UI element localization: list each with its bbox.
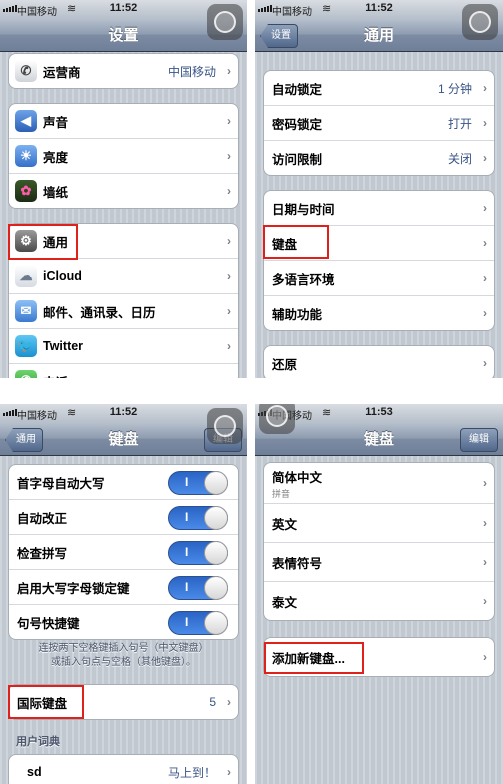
toggle-row-autocorrect: 自动改正 I [9, 499, 238, 534]
phone-icon: ✆ [15, 60, 37, 82]
period-shortcut-note: 连按两下空格键插入句号（中文键盘） 或插入句点与空格（其他键盘）。 [38, 643, 209, 668]
chevron-right-icon: › [227, 374, 231, 378]
general-row-reset[interactable]: 还原 › [264, 346, 494, 378]
keyboard-item-chinese[interactable]: 简体中文 拼音 › [264, 463, 494, 503]
settings-row-sound[interactable]: ◀ 声音 › [9, 104, 238, 138]
edit-button[interactable]: 编辑 [460, 428, 498, 452]
caps-lock-toggle[interactable]: I [168, 576, 228, 600]
international-keyboard-group: 国际键盘 5 › [8, 684, 239, 720]
general-row-international[interactable]: 多语言环境 › [264, 260, 494, 295]
spellcheck-toggle[interactable]: I [168, 541, 228, 565]
general-row-passcode[interactable]: 密码锁定 打开 › [264, 105, 494, 140]
gear-icon: ⚙ [15, 230, 37, 252]
chevron-right-icon: › [483, 236, 487, 250]
keyboard-toggles-group: 首字母自动大写 I 自动改正 I 检查拼写 I 启用大写字母锁定键 I 句号快捷… [8, 464, 239, 640]
general-screen: 中国移动 ≋ 11:52 设置 通用 自动锁定 1 分钟 › 密码锁定 打开 ›… [255, 0, 503, 378]
assistive-touch-icon[interactable] [207, 408, 243, 444]
chevron-right-icon: › [483, 81, 487, 95]
add-new-keyboard-button[interactable]: 添加新键盘... › [264, 638, 494, 676]
chevron-right-icon: › [483, 116, 487, 130]
chevron-right-icon: › [227, 234, 231, 248]
settings-row-brightness[interactable]: ☀ 亮度 › [9, 138, 238, 173]
settings-row-twitter[interactable]: 🐦 Twitter › [9, 328, 238, 363]
user-dictionary-header: 用户词典 [16, 736, 60, 748]
row-dictionary-entry[interactable]: sd 马上到！ › [9, 755, 238, 784]
settings-row-mail[interactable]: ✉ 邮件、通讯录、日历 › [9, 293, 238, 328]
chevron-right-icon: › [227, 64, 231, 78]
toggle-row-auto-capitalization: 首字母自动大写 I [9, 465, 238, 499]
assistive-touch-icon[interactable] [207, 4, 243, 40]
chevron-right-icon: › [227, 765, 231, 779]
general-row-autolock[interactable]: 自动锁定 1 分钟 › [264, 71, 494, 105]
sun-icon: ☀ [15, 145, 37, 167]
chevron-right-icon: › [227, 304, 231, 318]
chevron-right-icon: › [483, 516, 487, 530]
chevron-right-icon: › [227, 269, 231, 283]
reset-group: 还原 › [263, 345, 495, 378]
toggle-row-spellcheck: 检查拼写 I [9, 534, 238, 569]
general-row-keyboard[interactable]: 键盘 › [264, 225, 494, 260]
user-dictionary-group: sd 马上到！ › [8, 754, 239, 784]
general-row-datetime[interactable]: 日期与时间 › [264, 191, 494, 225]
chevron-right-icon: › [227, 184, 231, 198]
autocorrect-toggle[interactable]: I [168, 506, 228, 530]
chevron-right-icon: › [483, 594, 487, 608]
chevron-right-icon: › [483, 650, 487, 664]
general-row-accessibility[interactable]: 辅助功能 › [264, 295, 494, 330]
bird-icon: 🐦 [15, 335, 37, 357]
add-keyboard-group: 添加新键盘... › [263, 637, 495, 677]
chevron-right-icon: › [227, 114, 231, 128]
toggle-row-period-shortcut: 句号快捷键 I [9, 604, 238, 639]
settings-row-icloud[interactable]: ☁ iCloud › [9, 258, 238, 293]
lock-group: 自动锁定 1 分钟 › 密码锁定 打开 › 访问限制 关闭 › [263, 70, 495, 176]
settings-row-phone[interactable]: ✆ 电话 › [9, 363, 238, 378]
keyboard-screen: 中国移动 ≋ 11:52 通用 键盘 编辑 首字母自动大写 I 自动改正 I 检… [0, 404, 247, 784]
toggle-row-caps-lock: 启用大写字母锁定键 I [9, 569, 238, 604]
mail-icon: ✉ [15, 300, 37, 322]
speaker-icon: ◀ [15, 110, 37, 132]
chevron-right-icon: › [483, 476, 487, 490]
chevron-right-icon: › [483, 271, 487, 285]
chevron-right-icon: › [483, 555, 487, 569]
chevron-right-icon: › [227, 339, 231, 353]
international-keyboards-screen: 中国移动 ≋ 11:53 键盘 编辑 简体中文拼音 › 英文 › 表情符号 › … [255, 404, 503, 784]
settings-row-general[interactable]: ⚙ 通用 › [9, 224, 238, 258]
cloud-icon: ☁ [15, 265, 37, 287]
apps-group: ⚙ 通用 › ☁ iCloud › ✉ 邮件、通讯录、日历 › 🐦 Twitte… [8, 223, 239, 378]
auto-capitalization-toggle[interactable]: I [168, 471, 228, 495]
keyboard-list-group: 简体中文 拼音 › 英文 › 表情符号 › 泰文 › [263, 462, 495, 621]
keyboard-item-thai[interactable]: 泰文 › [264, 581, 494, 620]
media-group: ◀ 声音 › ☀ 亮度 › ✿ 墙纸 › [8, 103, 239, 209]
keyboard-language-group: 日期与时间 › 键盘 › 多语言环境 › 辅助功能 › [263, 190, 495, 331]
carrier-group: ✆ 运营商 中国移动 › [8, 53, 239, 89]
chevron-right-icon: › [483, 151, 487, 165]
chevron-right-icon: › [483, 306, 487, 320]
settings-row-wallpaper[interactable]: ✿ 墙纸 › [9, 173, 238, 208]
keyboard-item-emoji[interactable]: 表情符号 › [264, 542, 494, 581]
settings-screen: 中国移动 ≋ 11:52 设置 ✆ 运营商 中国移动 › ◀ 声音 › ☀ 亮度… [0, 0, 247, 378]
keyboard-item-english[interactable]: 英文 › [264, 503, 494, 542]
phone-icon: ✆ [15, 370, 37, 378]
row-international-keyboards[interactable]: 国际键盘 5 › [9, 685, 238, 719]
chevron-right-icon: › [227, 149, 231, 163]
period-shortcut-toggle[interactable]: I [168, 611, 228, 635]
assistive-touch-icon[interactable] [462, 4, 498, 40]
settings-row-carrier[interactable]: ✆ 运营商 中国移动 › [9, 54, 238, 88]
assistive-touch-icon[interactable] [259, 404, 295, 434]
flower-icon: ✿ [15, 180, 37, 202]
chevron-right-icon: › [483, 201, 487, 215]
chevron-right-icon: › [483, 356, 487, 370]
chevron-right-icon: › [227, 695, 231, 709]
general-row-restrictions[interactable]: 访问限制 关闭 › [264, 140, 494, 175]
